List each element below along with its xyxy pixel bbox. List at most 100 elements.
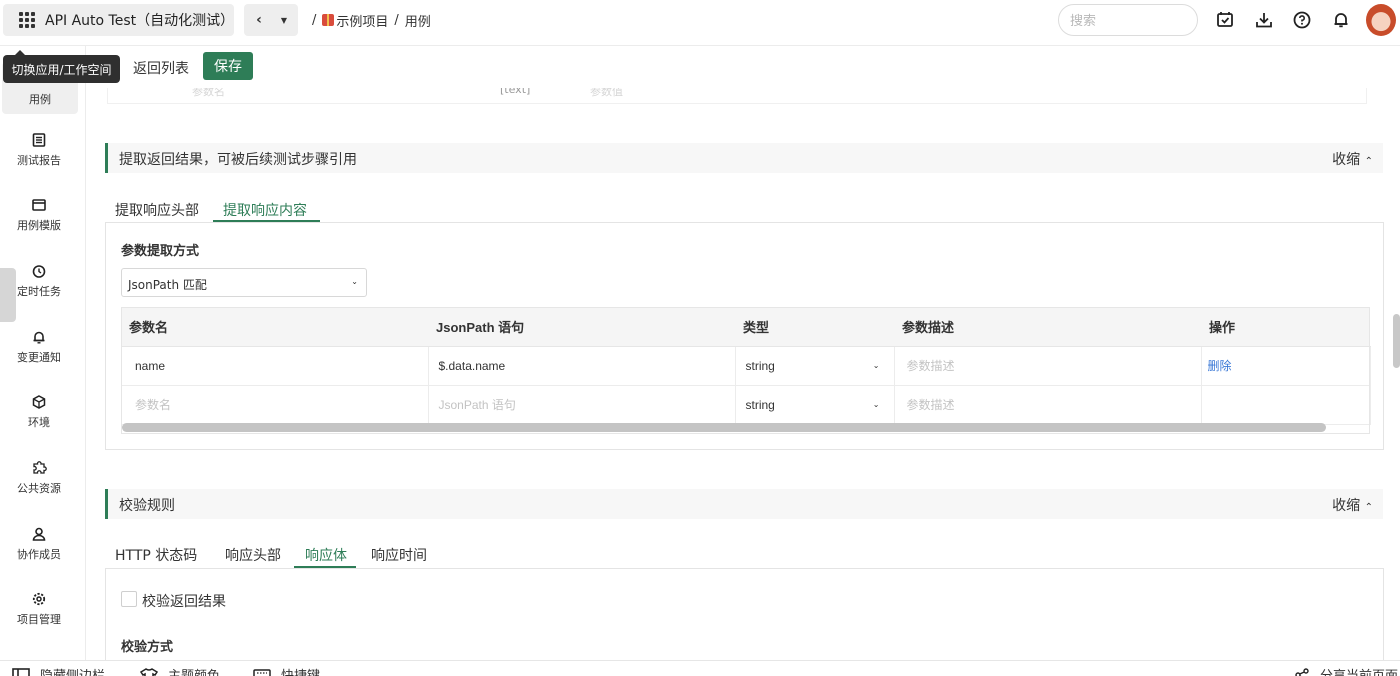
sidebar-item-templates[interactable]: 用例模版	[0, 189, 78, 241]
notification-bell-icon[interactable]	[1331, 10, 1351, 30]
breadcrumb-project[interactable]: 示例项目	[322, 11, 388, 30]
main-content: 参数名 [text] 参数值 返回列表 保存 提取返回结果，可被后续测试步骤引用…	[87, 46, 1400, 660]
sidebar-item-label: 公共资源	[17, 482, 61, 495]
chevron-up-icon: ⌃	[1364, 156, 1373, 167]
task-check-icon[interactable]	[1215, 10, 1235, 30]
app-switch-tooltip: 切换应用/工作空间	[3, 50, 120, 83]
download-icon[interactable]	[1254, 10, 1274, 30]
timer-icon	[32, 264, 46, 278]
tab-extract-headers[interactable]: 提取响应头部	[115, 200, 199, 220]
sidebar-item-label: 变更通知	[17, 350, 61, 364]
hide-sidebar-button[interactable]: 隐藏侧边栏	[12, 665, 105, 676]
param-desc-input[interactable]: 参数描述	[894, 346, 1202, 386]
param-name-input[interactable]: 参数名	[121, 385, 429, 425]
table-header-row: 参数名 JsonPath 语句 类型 参数描述 操作	[121, 307, 1370, 347]
top-bar: API Auto Test（自动化测试） ‹ ▼ / 示例项目 / 用例	[0, 0, 1400, 46]
checkbox-label: 校验返回结果	[142, 594, 226, 610]
sidebar-item-label: 协作成员	[17, 547, 61, 561]
shortcuts-button[interactable]: 快捷键	[253, 665, 320, 676]
jsonpath-input[interactable]: $.data.name	[428, 346, 736, 386]
breadcrumb-project-label: 示例项目	[336, 15, 389, 30]
chevron-down-icon: ⌄	[351, 277, 358, 286]
tab-response-body[interactable]: 响应体	[305, 545, 347, 565]
type-value: string	[745, 397, 775, 412]
select-value: JsonPath 匹配	[128, 278, 207, 292]
param-desc-input[interactable]: 参数描述	[894, 385, 1202, 425]
column-header: 类型	[735, 307, 894, 347]
back-to-list-link[interactable]: 返回列表	[133, 58, 189, 78]
sidebar-item-label: 定时任务	[17, 284, 61, 298]
shortcuts-label: 快捷键	[281, 665, 320, 676]
collapse-label: 收缩	[1332, 498, 1361, 514]
validate-result-checkbox[interactable]	[121, 591, 137, 607]
sidebar-toggle-icon	[12, 667, 30, 676]
param-name-input[interactable]: name	[121, 346, 429, 386]
keyboard-icon	[253, 668, 271, 676]
section-title: 提取返回结果，可被后续测试步骤引用	[119, 152, 357, 168]
action-cell	[1201, 385, 1371, 425]
sidebar-item-project-settings[interactable]: 项目管理	[0, 583, 78, 635]
sidebar-item-reports[interactable]: 测试报告	[0, 124, 78, 176]
app-switcher-button[interactable]: API Auto Test（自动化测试）	[3, 4, 234, 36]
theme-color-label: 主题颜色	[168, 665, 220, 676]
section-title: 校验规则	[119, 498, 175, 514]
collapse-toggle[interactable]: 收缩 ⌃	[1332, 149, 1373, 169]
sidebar: 用例 测试报告 用例模版 定时任务 变更通知 环境 公共资源 协作成员 项目管理	[0, 46, 86, 660]
settings-icon	[32, 592, 46, 605]
jsonpath-input[interactable]: JsonPath 语句	[428, 385, 736, 425]
shirt-icon	[140, 667, 158, 676]
table-horizontal-scrollbar[interactable]	[122, 423, 1326, 432]
share-label: 分享当前页面	[1320, 665, 1398, 676]
type-select[interactable]: string ⌄	[735, 346, 895, 386]
tab-response-time[interactable]: 响应时间	[371, 545, 427, 565]
user-avatar[interactable]	[1366, 4, 1396, 36]
sidebar-item-public-resources[interactable]: 公共资源	[0, 452, 78, 504]
report-icon	[32, 132, 46, 147]
sidebar-item-label: 用例模版	[17, 218, 61, 232]
collapse-label: 收缩	[1332, 152, 1361, 168]
tab-http-status[interactable]: HTTP 状态码	[115, 545, 197, 565]
chevron-down-icon: ⌄	[872, 360, 880, 370]
sidebar-resize-handle[interactable]	[0, 268, 16, 322]
hide-sidebar-label: 隐藏侧边栏	[40, 665, 105, 676]
search-input[interactable]	[1058, 4, 1198, 36]
sidebar-item-members[interactable]: 协作成员	[0, 518, 78, 570]
chevron-down-icon: ⌄	[872, 399, 880, 409]
delete-link[interactable]: 删除	[1201, 346, 1371, 386]
bell-icon	[33, 331, 45, 344]
validate-section-header: 校验规则 收缩 ⌃	[105, 489, 1383, 519]
bottom-bar: 隐藏侧边栏 主题颜色 快捷键 分享当前页面	[0, 660, 1400, 676]
type-select[interactable]: string ⌄	[735, 385, 895, 425]
validate-method-label: 校验方式	[121, 640, 174, 655]
extract-method-select[interactable]: JsonPath 匹配 ⌄	[121, 268, 367, 297]
app-title: API Auto Test（自动化测试）	[45, 13, 235, 29]
sidebar-item-change-notify[interactable]: 变更通知	[0, 321, 78, 373]
column-header: JsonPath 语句	[428, 307, 735, 347]
history-dropdown-icon[interactable]: ▼	[274, 16, 294, 25]
sidebar-item-label: 环境	[28, 415, 50, 429]
help-icon[interactable]	[1292, 10, 1312, 30]
sidebar-item-environment[interactable]: 环境	[0, 386, 78, 438]
extract-param-table: 参数名 JsonPath 语句 类型 参数描述 操作 name $.data.n…	[121, 307, 1371, 425]
tab-extract-body[interactable]: 提取响应内容	[223, 200, 307, 220]
back-arrow-icon[interactable]: ‹	[244, 12, 274, 28]
theme-color-button[interactable]: 主题颜色	[140, 665, 220, 676]
column-header: 操作	[1201, 307, 1370, 347]
type-value: string	[745, 358, 775, 373]
tab-response-headers[interactable]: 响应头部	[225, 545, 281, 565]
collapse-toggle[interactable]: 收缩 ⌃	[1332, 495, 1373, 515]
save-button[interactable]: 保存	[203, 52, 253, 80]
sidebar-item-label: 测试报告	[17, 153, 61, 167]
breadcrumb: / 示例项目 / 用例	[312, 11, 431, 30]
table-row: name $.data.name string ⌄ 参数描述 删除	[121, 346, 1371, 386]
breadcrumb-page[interactable]: 用例	[405, 11, 431, 30]
members-icon	[32, 527, 46, 541]
extract-section-header: 提取返回结果，可被后续测试步骤引用 收缩 ⌃	[105, 143, 1383, 173]
validate-panel	[105, 568, 1384, 660]
action-bar: 返回列表 保存	[87, 46, 1400, 88]
column-header: 参数名	[121, 307, 428, 347]
share-page-button[interactable]: 分享当前页面	[1294, 665, 1398, 676]
extract-method-label: 参数提取方式	[121, 244, 200, 259]
history-nav: ‹ ▼	[244, 4, 298, 36]
page-vertical-scrollbar[interactable]	[1393, 314, 1400, 368]
